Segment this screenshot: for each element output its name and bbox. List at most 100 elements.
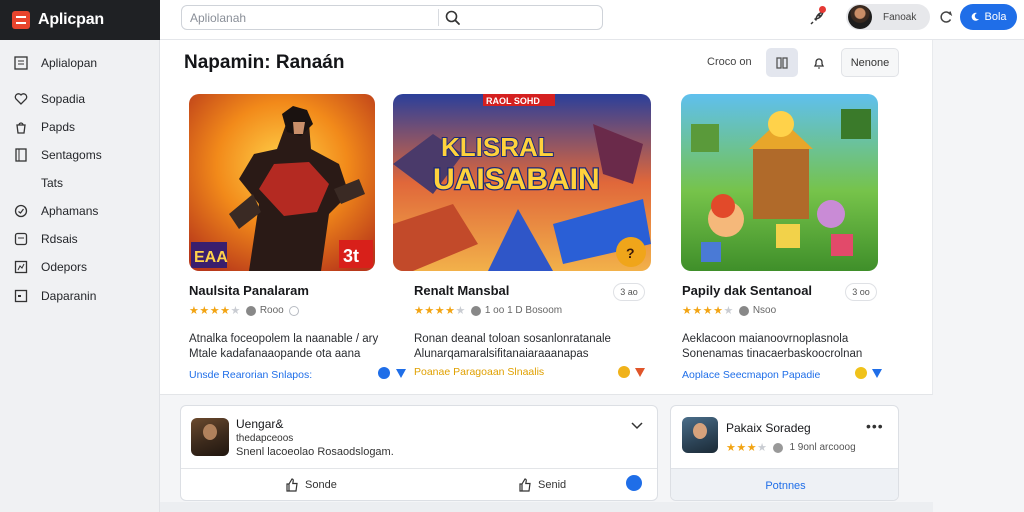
chevron-down-icon[interactable] xyxy=(630,421,644,431)
view-profile-label: Potnnes xyxy=(765,479,806,492)
grid-view-button[interactable] xyxy=(766,48,798,77)
columns-icon xyxy=(776,56,788,69)
game-link[interactable]: Unsde Rearorian Snlapos: xyxy=(189,369,312,381)
list-view-button[interactable] xyxy=(803,48,835,77)
game-link[interactable]: Poanae Paragoaan Slnaalis xyxy=(414,366,544,378)
like-button[interactable]: Sonde xyxy=(285,476,337,494)
game-cover-image[interactable] xyxy=(681,94,878,271)
sidebar-item-label: Tats xyxy=(41,176,64,190)
heart-shield-icon[interactable] xyxy=(633,365,647,379)
game-cover-image[interactable]: EAA 3t xyxy=(189,94,375,271)
friend-name[interactable]: Pakaix Soradeg xyxy=(726,421,811,435)
arena-cover-art: RAOL SOHD KLISRAL UAISABAIN ? xyxy=(393,94,651,271)
send-label: Senid xyxy=(538,479,567,491)
post-author[interactable]: Uengar& xyxy=(236,417,283,431)
clock-icon xyxy=(14,204,28,218)
game-title[interactable]: Naulsita Panalaram xyxy=(189,283,309,298)
cover-banner: RAOL SOHD xyxy=(486,96,540,106)
user-menu[interactable]: Fanoak xyxy=(846,4,930,30)
sidebar: Aplialopan Sopadia Papds Sentagoms Tats … xyxy=(0,40,160,512)
notification-badge xyxy=(819,6,826,13)
bookmark-icon xyxy=(15,148,27,162)
emoji-icon[interactable] xyxy=(618,366,630,378)
game-badge: 3 oo xyxy=(845,283,877,301)
refresh-icon[interactable] xyxy=(938,9,954,25)
cover-title-bottom: UAISABAIN xyxy=(433,163,600,196)
cover-title-top: KLISRAL xyxy=(441,132,554,162)
post-text: Snenl lacoeolao Rosaodslogam. xyxy=(236,446,394,458)
bag-icon xyxy=(16,122,26,134)
sidebar-item-sentagoms[interactable]: Sentagoms xyxy=(0,143,160,167)
game-badge: 3 ao xyxy=(613,283,645,301)
view-profile-button[interactable]: Potnnes xyxy=(671,468,898,500)
rating-count-icon xyxy=(773,442,784,453)
game-description-line: Atnalka foceopolem la naanable / ary xyxy=(189,333,379,345)
filter-button[interactable]: Nenone xyxy=(841,48,899,77)
game-description-line: Ronan deanal toloan sosanlonratanale xyxy=(414,333,611,345)
send-button[interactable]: Senid xyxy=(518,476,566,494)
share-icon[interactable] xyxy=(378,367,390,379)
page-title: Napamin: Ranaán xyxy=(184,52,345,73)
sidebar-item-label: Sopadia xyxy=(41,92,86,106)
rating-count-icon xyxy=(738,305,749,316)
game-rating: ★★★★★ 1 oo 1 D Bosoom xyxy=(414,304,562,317)
info-icon[interactable] xyxy=(288,305,299,316)
more-options-icon[interactable]: ••• xyxy=(866,418,884,434)
sidebar-item-rdsais[interactable]: Rdsais xyxy=(0,227,160,251)
sidebar-item-aphamans[interactable]: Aphamans xyxy=(0,199,160,223)
game-description-line: Alunarqamaralsifitanaiaraaanapas xyxy=(414,348,589,360)
game-link[interactable]: Aoplace Seecmapon Papadie xyxy=(682,369,820,381)
friend-card: Pakaix Soradeg ••• ★★★★ 1 9onl arcooog P… xyxy=(670,405,899,501)
avatar[interactable] xyxy=(191,418,229,456)
sidebar-item-label: Daparanin xyxy=(41,289,97,303)
cover-overlay-left: EAA xyxy=(194,249,228,266)
sidebar-item-papds[interactable]: Papds xyxy=(0,115,160,139)
sidebar-item-tats[interactable]: Tats xyxy=(0,171,160,195)
heart-shield-icon[interactable] xyxy=(394,366,408,380)
rating-count-icon xyxy=(245,305,256,316)
next-row-placeholder xyxy=(160,502,933,512)
top-bar: Aplicpan Fanoak Bola xyxy=(0,0,1024,40)
sidebar-item-aplialopan[interactable]: Aplialopan xyxy=(0,51,160,75)
grid-icon xyxy=(14,56,28,70)
avatar[interactable] xyxy=(682,417,718,453)
emoji-icon[interactable] xyxy=(855,367,867,379)
primary-action-label: Bola xyxy=(984,11,1007,23)
star-rating: ★★★★★ xyxy=(189,305,241,317)
user-name: Fanoak xyxy=(883,11,917,23)
game-rating: ★★★★★ Rooo xyxy=(189,304,299,317)
heart-shield-icon[interactable] xyxy=(870,366,884,380)
game-cover-image[interactable]: RAOL SOHD KLISRAL UAISABAIN ? xyxy=(393,94,651,271)
brand[interactable]: Aplicpan xyxy=(0,0,160,40)
post-subtitle: thedapceoos xyxy=(236,433,294,444)
sidebar-item-sopadia[interactable]: Sopadia xyxy=(0,87,160,111)
star-rating: ★★★★★ xyxy=(414,305,466,317)
sidebar-item-label: Aplialopan xyxy=(41,56,98,70)
chart-icon xyxy=(14,260,28,274)
bell-icon xyxy=(813,57,825,68)
rating-text: 1 oo 1 D Bosoom xyxy=(484,305,563,316)
search-input[interactable] xyxy=(190,9,440,27)
search-box xyxy=(181,5,603,30)
rating-count-icon xyxy=(470,305,481,316)
game-title[interactable]: Renalt Mansbal xyxy=(414,283,509,298)
main-panel: Napamin: Ranaán Croco on Nenone EAA 3t N… xyxy=(160,40,933,395)
sidebar-item-daparanin[interactable]: Daparanin xyxy=(0,284,160,308)
sort-dropdown[interactable]: Croco on xyxy=(707,56,752,68)
game-title[interactable]: Papily dak Sentanoal xyxy=(682,283,812,298)
sidebar-item-label: Aphamans xyxy=(41,204,99,218)
like-label: Sonde xyxy=(305,479,337,491)
search-divider xyxy=(438,9,439,26)
square-icon xyxy=(14,289,28,303)
primary-action-button[interactable]: Bola xyxy=(960,4,1017,30)
rating-text: 1 9onl arcooog xyxy=(789,442,856,453)
sidebar-item-odepors[interactable]: Odepors xyxy=(0,255,160,279)
friend-rating: ★★★★ 1 9onl arcooog xyxy=(726,441,856,454)
search-icon[interactable] xyxy=(444,9,462,27)
app-logo-icon xyxy=(12,11,30,29)
svg-text:?: ? xyxy=(626,245,635,261)
heart-icon xyxy=(14,93,28,105)
village-cover-art xyxy=(681,94,878,271)
share-icon[interactable] xyxy=(626,475,642,491)
game-description-line: Mtale kadafanaaopande ota aana xyxy=(189,348,361,360)
